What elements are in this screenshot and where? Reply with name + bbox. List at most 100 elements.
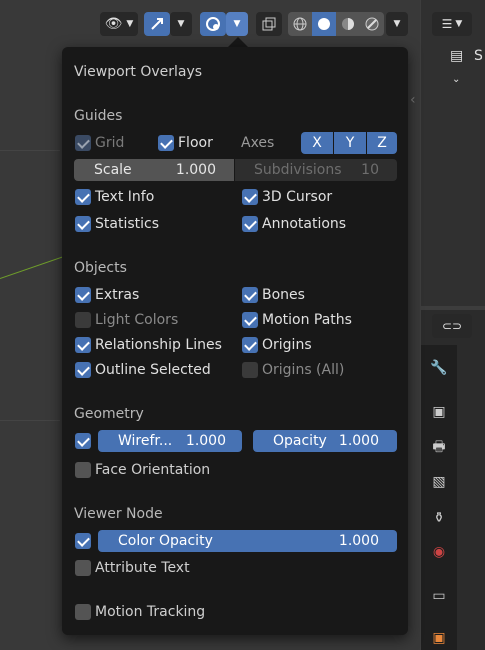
motion-paths-checkbox[interactable]	[242, 312, 258, 328]
relationship-lines-label: Relationship Lines	[95, 337, 222, 353]
chevron-down-icon: ▼	[393, 19, 401, 29]
bones-checkbox[interactable]	[242, 287, 258, 303]
gizmo-dropdown[interactable]: ▼	[170, 12, 192, 36]
attribute-text-label: Attribute Text	[95, 560, 190, 576]
wireframe-threshold-field[interactable]: Wirefr... 1.000	[98, 430, 242, 452]
subdivisions-value: 10	[361, 162, 379, 178]
axes-label: Axes	[241, 135, 275, 151]
chevron-left-icon[interactable]: ‹	[410, 91, 416, 109]
grid-line	[0, 150, 60, 151]
subdivisions-label: Subdivisions	[254, 162, 342, 178]
view-layer-tab[interactable]: ▧	[425, 470, 453, 494]
solid-shading-button[interactable]	[312, 12, 336, 36]
collection-icon: ▭	[432, 588, 446, 604]
outliner-panel	[421, 0, 485, 306]
material-shading-button[interactable]	[336, 12, 360, 36]
relationship-lines-checkbox[interactable]	[75, 337, 91, 353]
outliner-display-mode[interactable]: ☰ ▼	[432, 12, 472, 36]
3d-cursor-checkbox[interactable]	[242, 189, 258, 205]
3d-cursor-label: 3D Cursor	[262, 189, 333, 205]
text-info-checkbox[interactable]	[75, 189, 91, 205]
origins-checkbox[interactable]	[242, 337, 258, 353]
collection-icon: ▤	[450, 48, 464, 64]
guides-heading: Guides	[74, 108, 123, 124]
text-info-label: Text Info	[95, 189, 155, 205]
gizmo-icon	[151, 18, 163, 30]
wireframe-opacity-field[interactable]: Opacity 1.000	[253, 430, 397, 452]
axis-z-toggle[interactable]: Z	[367, 132, 397, 154]
extras-checkbox[interactable]	[75, 287, 91, 303]
render-tab[interactable]: ▣	[425, 400, 453, 424]
tool-tab[interactable]: 🔧	[425, 356, 453, 380]
output-icon: 🖶	[432, 439, 446, 455]
annotations-label: Annotations	[262, 216, 347, 232]
overlays-toggle[interactable]	[200, 12, 226, 36]
wireframe-shading-button[interactable]	[288, 12, 312, 36]
face-orientation-checkbox[interactable]	[75, 462, 91, 478]
xray-toggle[interactable]	[256, 12, 282, 36]
motion-tracking-checkbox[interactable]	[75, 604, 91, 620]
shading-dropdown[interactable]: ▼	[386, 12, 408, 36]
xray-icon	[262, 17, 276, 31]
attribute-text-checkbox[interactable]	[75, 560, 91, 576]
solid-shading-icon	[318, 18, 330, 30]
world-tab[interactable]: ◉	[425, 540, 453, 564]
floor-label: Floor	[178, 135, 213, 151]
annotations-checkbox[interactable]	[242, 216, 258, 232]
subdivisions-field: Subdivisions 10	[235, 159, 397, 181]
scale-field[interactable]: Scale 1.000	[74, 159, 234, 181]
floor-checkbox[interactable]	[158, 135, 174, 151]
light-colors-checkbox[interactable]	[75, 312, 91, 328]
statistics-label: Statistics	[95, 216, 159, 232]
popup-title: Viewport Overlays	[74, 64, 203, 80]
motion-tracking-label: Motion Tracking	[95, 604, 206, 620]
overlays-icon	[206, 17, 220, 31]
color-opacity-checkbox[interactable]	[75, 533, 91, 549]
scale-label: Scale	[94, 162, 132, 178]
properties-editor-type[interactable]: ⊂⊃	[432, 314, 472, 338]
scale-value: 1.000	[175, 162, 216, 178]
tool-icon: 🔧	[430, 360, 448, 376]
extras-label: Extras	[95, 287, 140, 303]
chevron-down-icon: ▼	[126, 19, 134, 29]
outliner-item-label: S	[474, 48, 483, 64]
color-opacity-value: 1.000	[338, 533, 379, 549]
axis-y-toggle[interactable]: Y	[334, 132, 366, 154]
outline-selected-checkbox[interactable]	[75, 362, 91, 378]
overlays-dropdown[interactable]: ▼	[226, 12, 248, 36]
statistics-checkbox[interactable]	[75, 216, 91, 232]
opacity-label: Opacity	[273, 433, 327, 449]
output-tab[interactable]: 🖶	[425, 436, 453, 460]
origins-label: Origins	[262, 337, 312, 353]
wireframe-value: 1.000	[185, 433, 226, 449]
chevron-down-icon: ▼	[233, 19, 241, 29]
grid-checkbox[interactable]	[75, 135, 91, 151]
wireframe-label: Wirefr...	[118, 433, 173, 449]
collection-tab[interactable]: ▭	[425, 584, 453, 608]
viewer-node-heading: Viewer Node	[74, 506, 163, 522]
color-opacity-field[interactable]: Color Opacity 1.000	[98, 530, 397, 552]
scene-tab[interactable]: ⚱	[425, 506, 453, 530]
object-tab[interactable]: ▣	[425, 626, 453, 650]
chevron-down-icon[interactable]: ⌄	[452, 71, 460, 89]
wireframe-shading-icon	[293, 17, 307, 31]
wireframe-checkbox[interactable]	[75, 433, 91, 449]
gizmo-toggle[interactable]	[144, 12, 170, 36]
outline-selected-label: Outline Selected	[95, 362, 211, 378]
origins-all-checkbox[interactable]	[242, 362, 258, 378]
objects-heading: Objects	[74, 260, 127, 276]
grid-line	[0, 420, 60, 421]
rendered-shading-icon	[365, 17, 379, 31]
visibility-dropdown[interactable]: 👁 ▼	[100, 12, 138, 36]
axis-x-toggle[interactable]: X	[301, 132, 333, 154]
face-orientation-label: Face Orientation	[95, 462, 211, 478]
grid-label: Grid	[95, 135, 125, 151]
geometry-heading: Geometry	[74, 406, 144, 422]
light-colors-label: Light Colors	[95, 312, 179, 328]
rendered-shading-button[interactable]	[360, 12, 384, 36]
image-icon: ▧	[432, 474, 446, 490]
visibility-icon: 👁	[104, 16, 123, 32]
render-icon: ▣	[432, 404, 446, 420]
motion-paths-label: Motion Paths	[262, 312, 352, 328]
scene-icon: ⚱	[433, 510, 445, 526]
